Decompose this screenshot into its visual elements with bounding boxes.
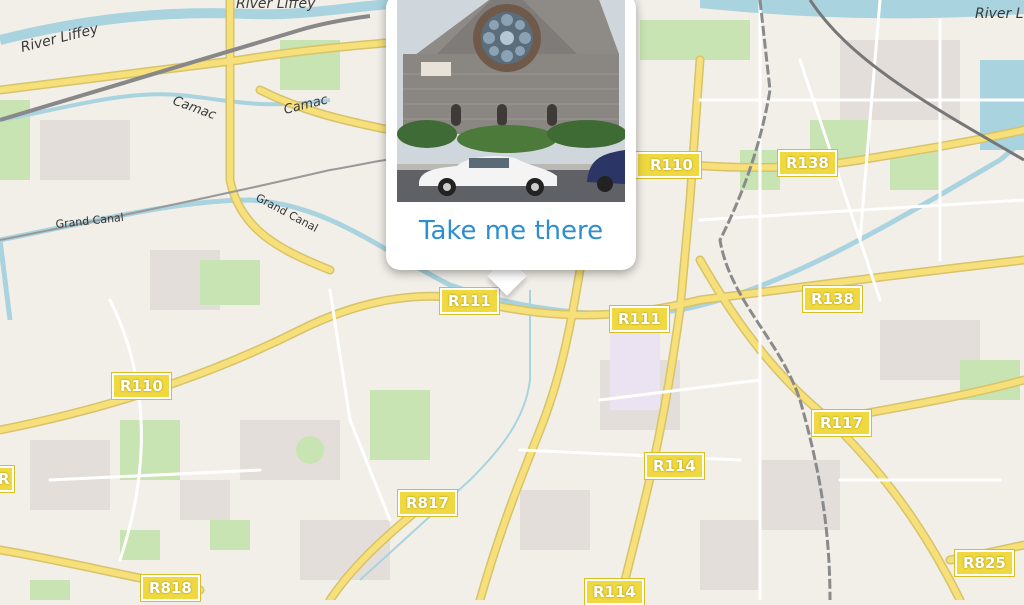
route-shield-r138: R138 <box>777 149 838 177</box>
label-river-liffey-east: River Liffe <box>975 6 1024 22</box>
take-me-there-link[interactable]: Take me there <box>386 216 636 246</box>
route-shield-r110: R110 <box>635 151 702 179</box>
route-shield-r817: R817 <box>397 489 458 517</box>
route-shield-r114: R114 <box>584 578 645 605</box>
route-shield-r117: R117 <box>811 409 872 437</box>
route-shield-r825: R825 <box>954 549 1015 577</box>
route-shield-edge: R <box>0 465 15 493</box>
route-shield-r111: R111 <box>439 287 500 315</box>
route-shield-r111: R111 <box>609 305 670 333</box>
church-photo-icon[interactable] <box>397 0 625 202</box>
route-shield-r818: R818 <box>140 574 201 602</box>
label-river-liffey-north: River Liffey <box>236 0 316 12</box>
route-shield-r138: R138 <box>802 285 863 313</box>
route-shield-r110: R110 <box>111 372 172 400</box>
route-shield-r114: R114 <box>644 452 705 480</box>
